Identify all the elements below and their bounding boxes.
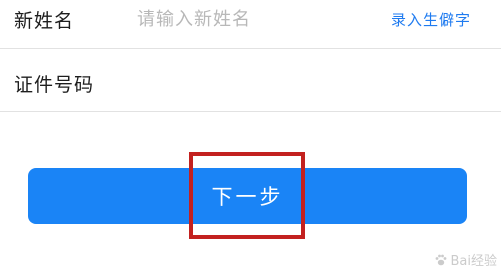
id-number-label: 证件号码 — [14, 74, 95, 96]
id-number-row[interactable]: 证件号码 — [0, 58, 501, 108]
divider — [0, 48, 501, 49]
paw-icon — [435, 254, 446, 265]
new-name-label: 新姓名 — [14, 10, 75, 32]
watermark-text: Bai经验 — [450, 254, 498, 269]
divider — [0, 111, 501, 112]
new-name-input[interactable] — [137, 4, 357, 34]
next-step-button[interactable]: 下一步 — [28, 168, 467, 224]
enter-rare-character-link[interactable]: 录入生僻字 — [391, 9, 471, 30]
watermark: Bai经验 — [434, 250, 498, 269]
new-name-row: 新姓名 录入生僻字 — [0, 0, 501, 48]
